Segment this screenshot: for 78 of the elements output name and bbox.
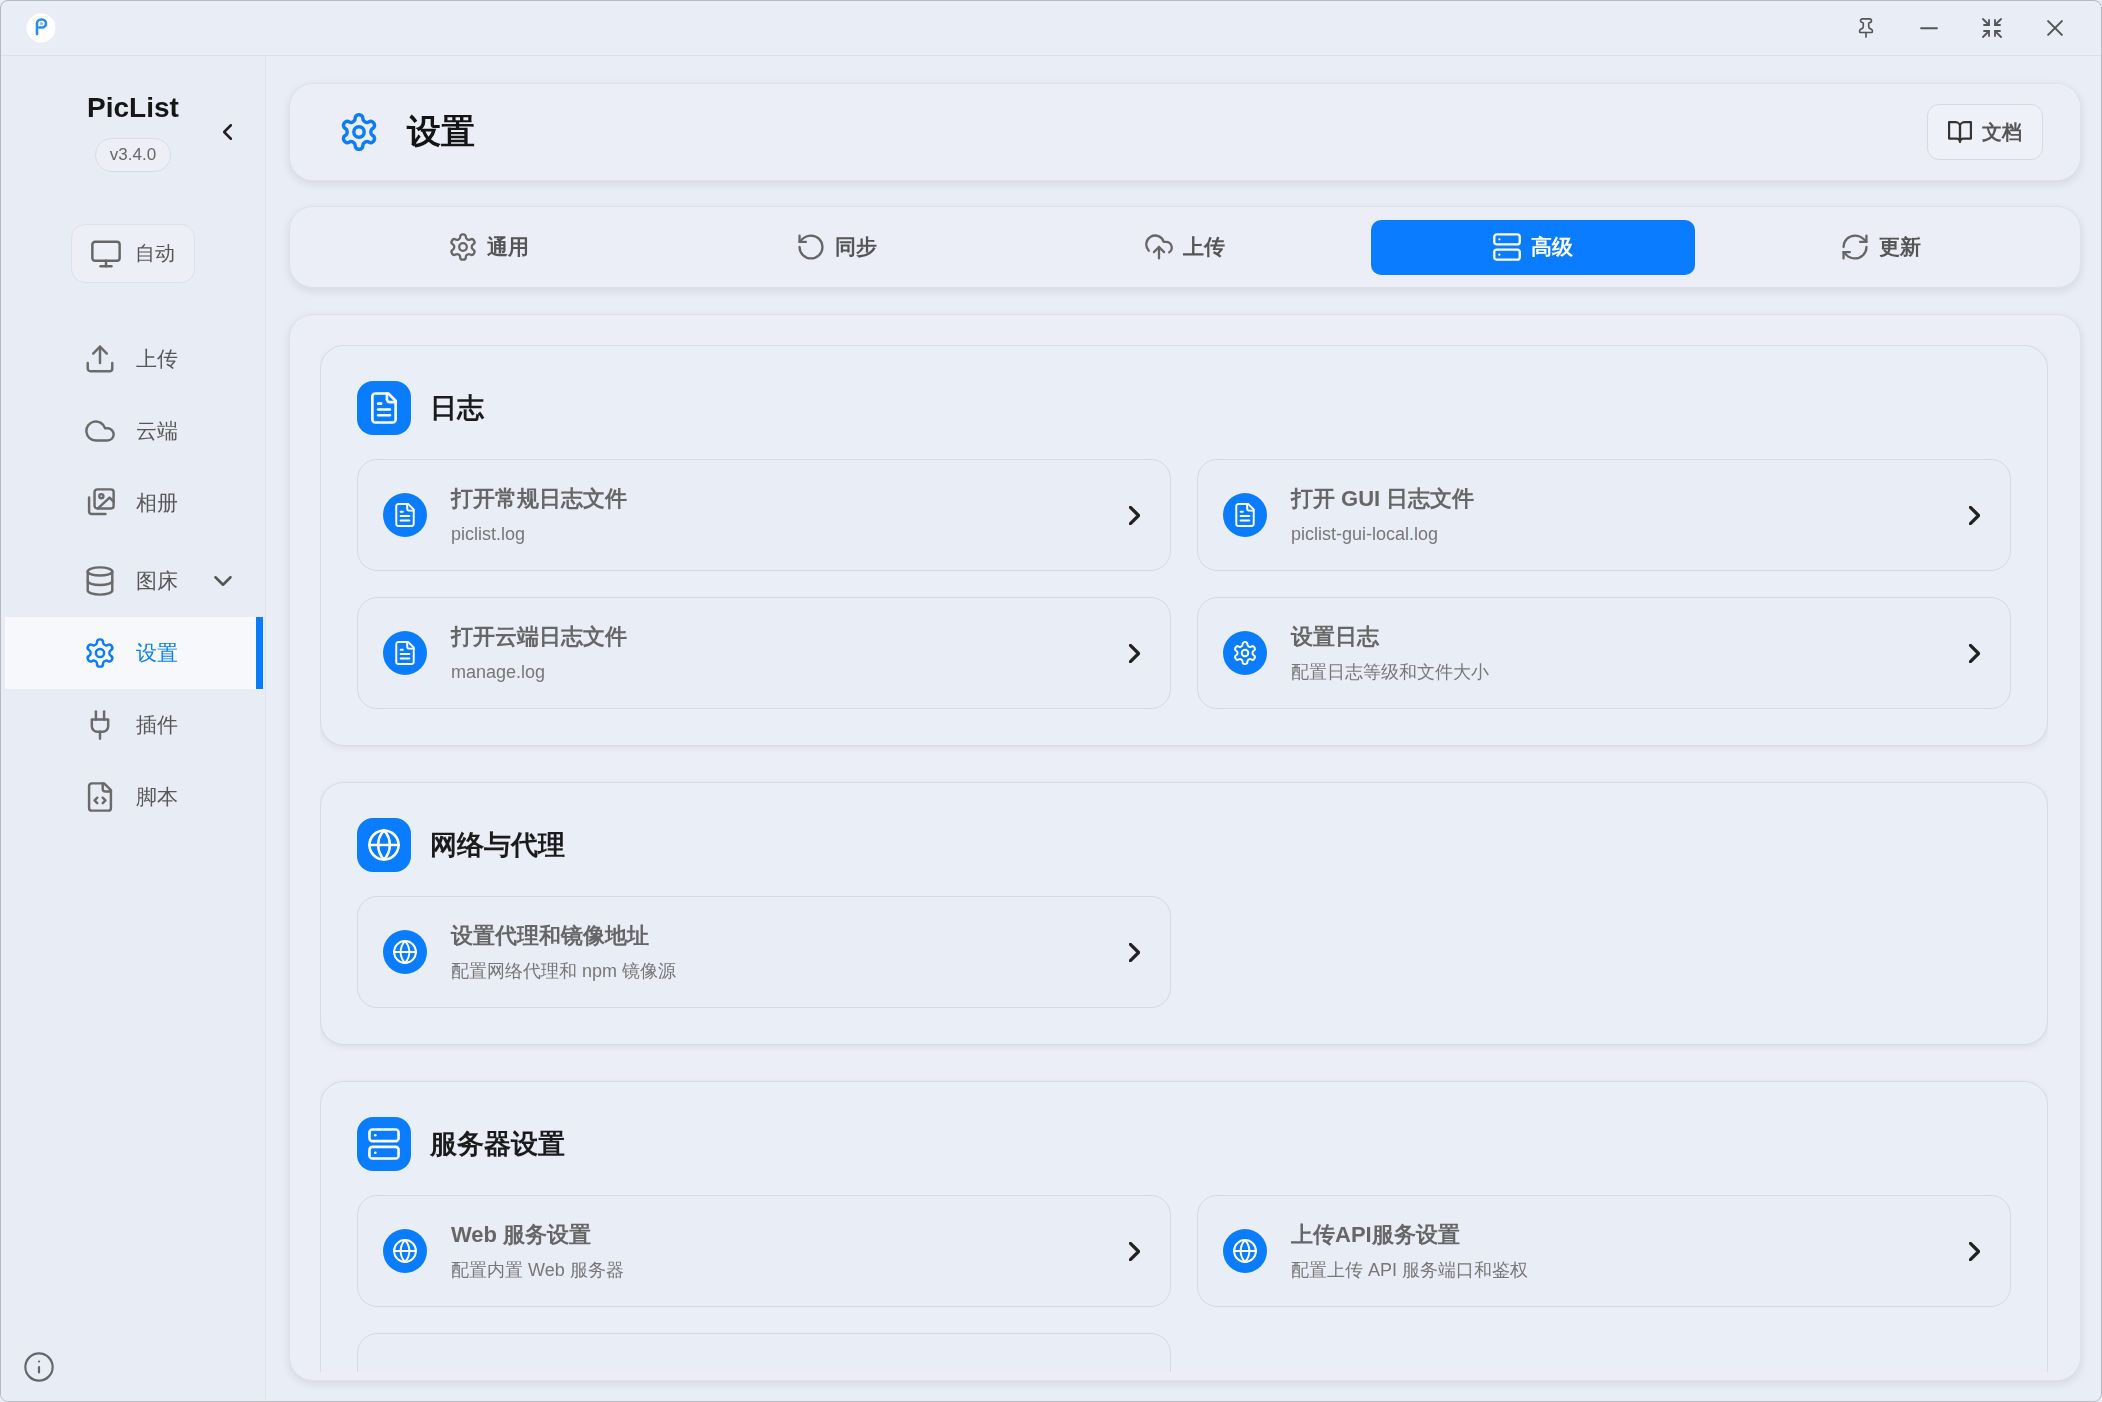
tab[interactable]: 上传	[1023, 219, 1347, 275]
settings-item[interactable]: 上传API服务设置 配置上传 API 服务端口和鉴权	[1197, 1195, 2011, 1307]
settings-item[interactable]: 打开常规日志文件 piclist.log	[357, 459, 1171, 571]
settings-item[interactable]: 打开云端日志文件 manage.log	[357, 597, 1171, 709]
chevron-left-icon	[222, 123, 232, 140]
gear-icon	[340, 113, 378, 151]
section-title: 日志	[430, 392, 484, 425]
chevron-right-icon	[1969, 643, 1980, 663]
image-stack-icon	[85, 488, 115, 518]
rotate-left-icon	[797, 233, 825, 261]
app-logo-icon	[26, 13, 56, 43]
item-subtitle: 配置日志等级和文件大小	[1291, 661, 1489, 684]
chevron-right-icon	[1129, 942, 1140, 962]
cloud-upload-icon	[1145, 233, 1173, 261]
gear-icon	[1223, 631, 1267, 675]
chevron-right-icon	[1969, 1241, 1980, 1261]
tab[interactable]: 高级	[1371, 219, 1695, 275]
tab[interactable]: 更新	[1719, 219, 2043, 275]
nav-item[interactable]: 脚本	[5, 761, 263, 833]
app-name: PicList	[87, 91, 179, 125]
book-icon	[1948, 120, 1972, 144]
upload-icon	[85, 344, 115, 374]
item-title: 打开云端日志文件	[451, 623, 627, 651]
code-file-icon	[85, 782, 115, 812]
server-icon	[1493, 233, 1521, 261]
nav-item[interactable]: 上传	[5, 323, 263, 395]
server-icon	[357, 1117, 411, 1171]
minimize-icon	[1919, 25, 1938, 31]
item-title: 上传API服务设置	[1291, 1221, 1461, 1249]
version-badge: v3.4.0	[94, 138, 172, 172]
tab[interactable]: 同步	[675, 219, 999, 275]
item-subtitle: piclist-gui-local.log	[1291, 523, 1440, 546]
document-icon	[1223, 493, 1267, 537]
nav-item[interactable]: 云端	[5, 395, 263, 467]
item-subtitle: 配置内置 Web 服务器	[451, 1259, 624, 1282]
item-subtitle: 配置上传 API 服务端口和鉴权	[1291, 1259, 1528, 1282]
gear-icon	[449, 233, 477, 261]
document-icon	[383, 631, 427, 675]
item-title: 设置日志	[1291, 623, 1380, 651]
monitor-icon	[91, 238, 121, 269]
section-title: 服务器设置	[430, 1128, 565, 1161]
settings-item[interactable]: Web 服务设置 配置内置 Web 服务器	[357, 1195, 1171, 1307]
gear-icon	[85, 638, 115, 668]
chevron-right-icon	[1129, 1241, 1140, 1261]
item-subtitle: 配置网络代理和 npm 镜像源	[451, 960, 677, 983]
nav-item[interactable]: 图床	[5, 545, 263, 617]
document-icon	[383, 493, 427, 537]
nav-item[interactable]: 设置	[5, 617, 263, 689]
settings-item[interactable]: 打开 GUI 日志文件 piclist-gui-local.log	[1197, 459, 2011, 571]
document-icon	[357, 381, 411, 435]
globe-icon	[383, 1229, 427, 1273]
item-subtitle: manage.log	[451, 661, 547, 684]
settings-item[interactable]: 设置日志 配置日志等级和文件大小	[1197, 597, 2011, 709]
item-title: Web 服务设置	[451, 1221, 593, 1249]
chevron-right-icon	[1129, 643, 1140, 663]
globe-icon	[1223, 1229, 1267, 1273]
chevron-right-icon	[1969, 505, 1980, 525]
item-title: 打开 GUI 日志文件	[1291, 485, 1475, 513]
item-subtitle: piclist.log	[451, 523, 527, 546]
info-button[interactable]	[24, 1352, 54, 1382]
docs-button[interactable]: 文档	[1927, 104, 2043, 160]
globe-icon	[357, 818, 411, 872]
settings-item[interactable]: 设置代理和镜像地址 配置网络代理和 npm 镜像源	[357, 896, 1171, 1008]
nav-item[interactable]: 相册	[5, 467, 263, 539]
database-icon	[85, 566, 115, 596]
page-title: 设置	[407, 111, 475, 152]
shrink-arrows-icon	[1981, 18, 2002, 38]
info-icon	[24, 1352, 54, 1382]
close-icon	[2046, 20, 2063, 36]
section-title: 网络与代理	[430, 829, 565, 862]
item-title: 设置代理和镜像地址	[451, 922, 650, 950]
chevron-right-icon	[1129, 505, 1140, 525]
item-title: 打开常规日志文件	[451, 485, 627, 513]
globe-icon	[383, 930, 427, 974]
tab[interactable]: 通用	[327, 219, 651, 275]
refresh-icon	[1841, 233, 1869, 261]
nav-item[interactable]: 插件	[5, 689, 263, 761]
theme-button[interactable]: 自动	[71, 224, 195, 283]
